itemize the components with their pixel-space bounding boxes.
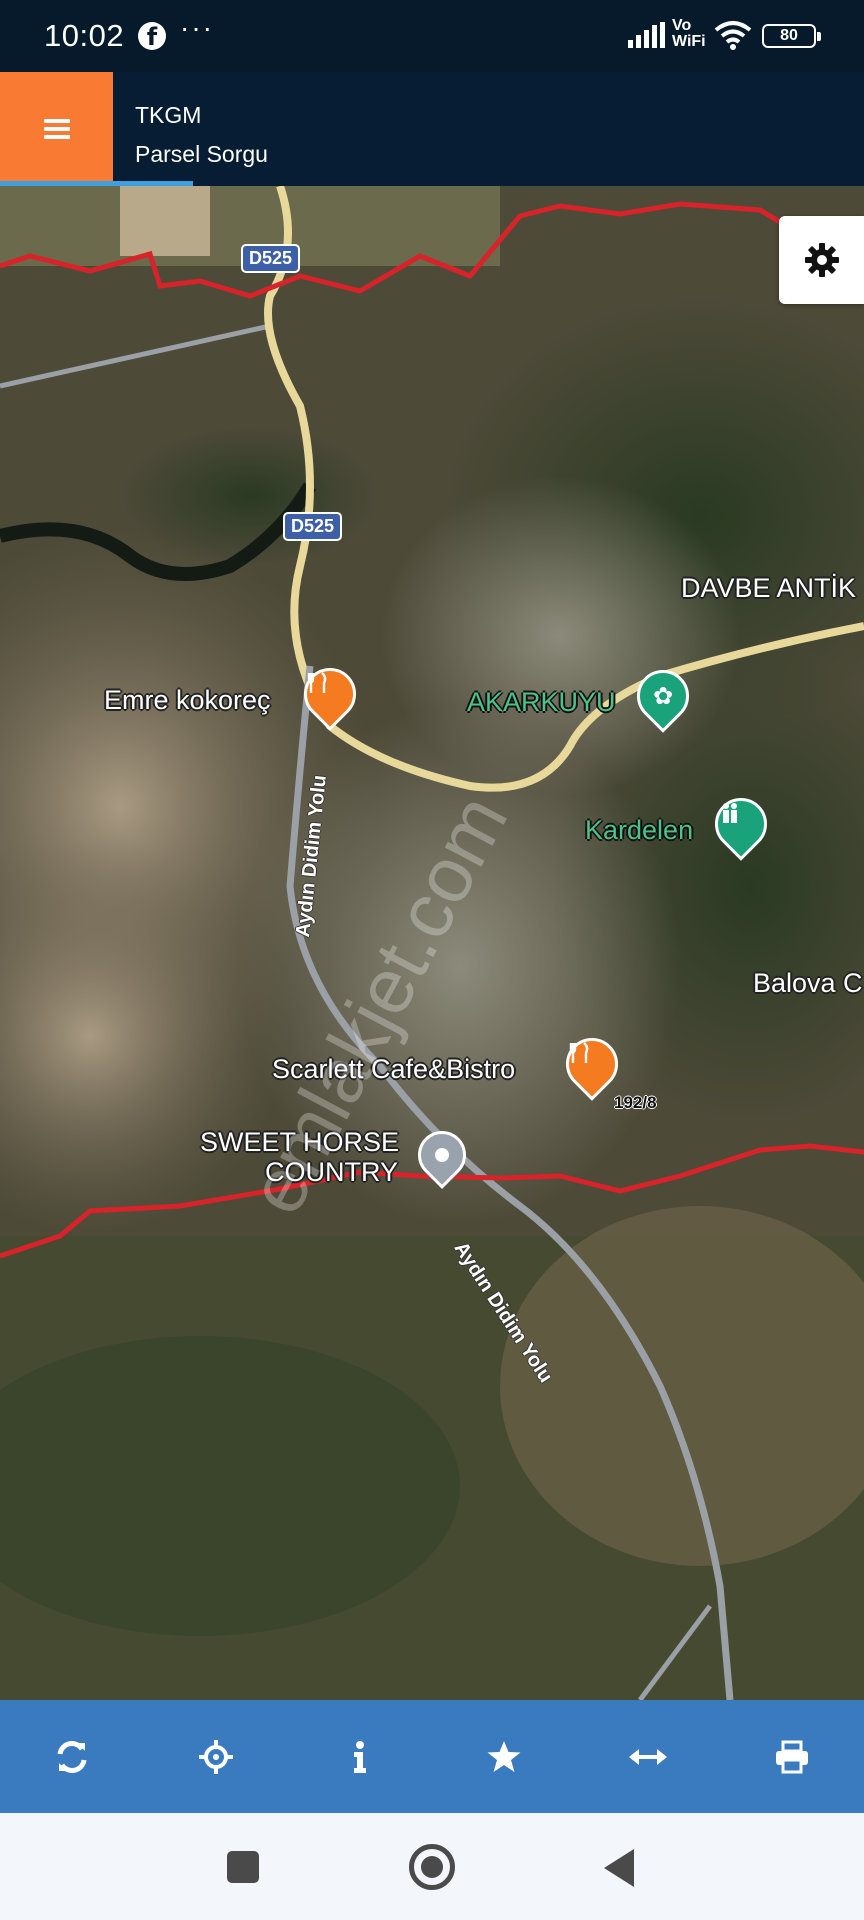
wifi-icon <box>714 21 752 50</box>
place-label: AKARKUYU <box>467 687 616 717</box>
app-subtitle: Parsel Sorgu <box>135 141 268 167</box>
fork-knife-icon <box>307 671 353 717</box>
menu-button[interactable] <box>0 72 113 186</box>
signal-icon <box>628 22 665 48</box>
flower-icon: ✿ <box>652 682 674 710</box>
place-label: Kardelen <box>585 815 694 845</box>
more-notifications-icon: ··· <box>180 12 214 43</box>
print-button[interactable] <box>720 1700 864 1813</box>
vowifi-icon: Vo WiFi <box>672 17 706 50</box>
recents-button[interactable] <box>227 1851 259 1883</box>
fork-knife-icon <box>569 1041 615 1087</box>
satellite-map[interactable]: D525 D525 Aydın Didim Yolu Aydın Didim Y… <box>0 186 864 1700</box>
status-bar: 10:02 f ··· Vo WiFi 80 <box>0 0 864 72</box>
place-label: Balova C <box>753 968 863 998</box>
facebook-notification-icon: f <box>138 22 166 51</box>
favorite-button[interactable] <box>432 1700 576 1813</box>
star-icon <box>487 1740 521 1772</box>
refresh-button[interactable] <box>0 1700 144 1813</box>
road-shield-d525: D525 <box>283 512 343 541</box>
gear-icon <box>804 243 839 277</box>
place-label: Emre kokoreç <box>104 685 271 715</box>
road-shield-d525: D525 <box>241 244 301 273</box>
print-icon <box>776 1740 808 1773</box>
measure-button[interactable] <box>576 1700 720 1813</box>
dot-icon <box>421 1134 463 1176</box>
status-time: 10:02 <box>44 18 125 53</box>
place-label: DAVBE ANTİK <box>681 573 857 603</box>
info-icon <box>354 1740 366 1773</box>
app-bar: TKGM Parsel Sorgu <box>0 72 864 186</box>
refresh-icon <box>57 1740 87 1773</box>
measure-arrows-icon <box>629 1748 667 1765</box>
locate-crosshair-icon <box>199 1739 233 1774</box>
back-button[interactable] <box>604 1849 634 1887</box>
parcel-number-label: 192/8 <box>614 1093 657 1112</box>
app-title: TKGM <box>135 102 202 128</box>
home-button[interactable] <box>409 1844 455 1890</box>
battery-icon: 80 <box>762 24 821 48</box>
settings-button[interactable] <box>779 216 864 304</box>
bottom-toolbar <box>0 1700 864 1813</box>
system-nav-bar <box>0 1813 864 1920</box>
hamburger-menu-icon <box>43 115 70 143</box>
people-icon <box>718 801 764 847</box>
info-button[interactable] <box>288 1700 432 1813</box>
locate-button[interactable] <box>144 1700 288 1813</box>
